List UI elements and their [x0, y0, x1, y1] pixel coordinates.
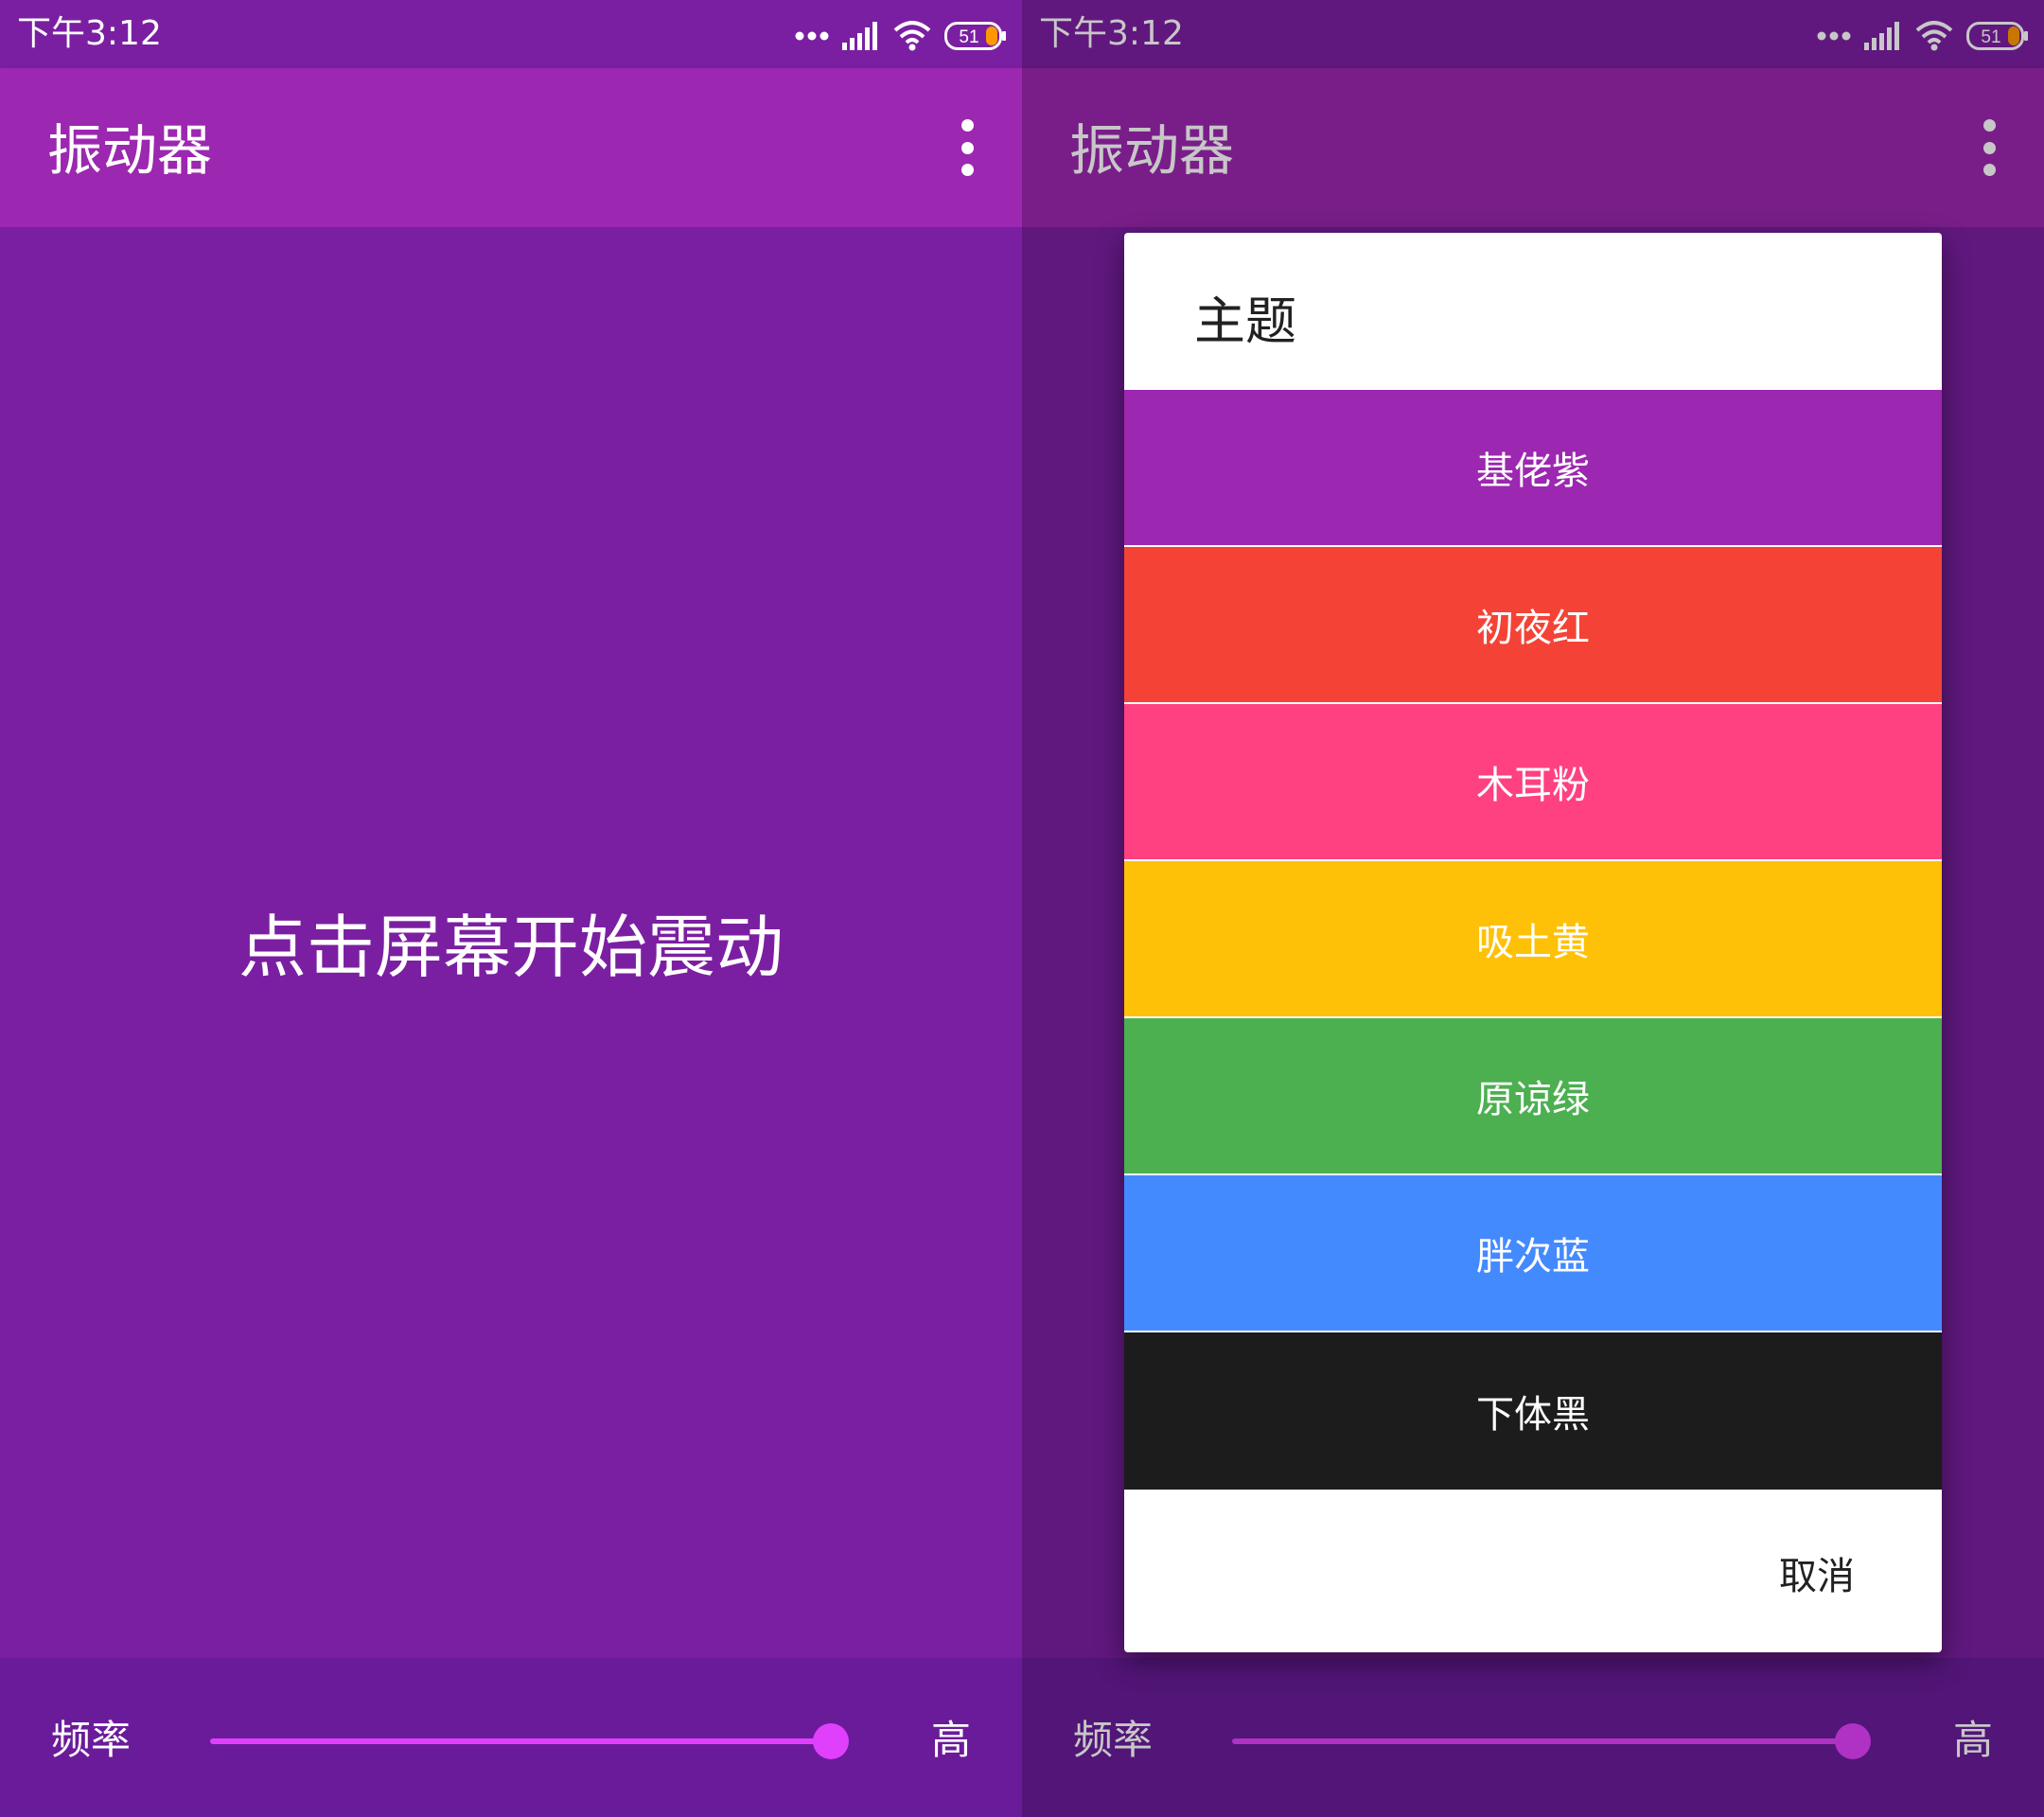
status-bar: 下午3:12 51 — [0, 0, 1022, 68]
frequency-label: 频率 — [51, 1717, 132, 1763]
frequency-bar: 频率 高 — [0, 1658, 1022, 1817]
slider-thumb[interactable] — [813, 1723, 849, 1759]
tap-hint-text: 点击屏幕开始震动 — [238, 908, 784, 987]
high-label: 高 — [930, 1717, 971, 1763]
status-time: 下午3:12 — [17, 14, 162, 53]
main-screen: 下午3:12 51 振动器 点击屏幕开始震动 频率 高 — [0, 0, 1022, 1817]
theme-option-list: 基佬紫 初夜红 木耳粉 吸土黄 原谅绿 胖次蓝 下体黑 — [1124, 390, 1942, 1490]
theme-option-purple[interactable]: 基佬紫 — [1124, 390, 1942, 547]
wifi-icon — [893, 21, 931, 51]
app-bar: 振动器 — [0, 68, 1022, 227]
menu-dot — [960, 119, 974, 132]
cancel-button[interactable]: 取消 — [1779, 1554, 1855, 1599]
slider-track — [210, 1738, 831, 1744]
battery-icon: 51 — [944, 22, 1006, 50]
theme-option-black[interactable]: 下体黑 — [1124, 1332, 1942, 1490]
vibrate-touch-area[interactable]: 点击屏幕开始震动 — [0, 227, 1022, 1658]
more-dots-icon — [795, 31, 829, 41]
screenshot-pair: 下午3:12 51 振动器 点击屏幕开始震动 频率 高 下午3:12 51 振动… — [0, 0, 2044, 1817]
frequency-slider[interactable] — [208, 1719, 852, 1764]
theme-option-pink[interactable]: 木耳粉 — [1124, 704, 1942, 861]
status-icons: 51 — [795, 17, 1007, 55]
app-title: 振动器 — [47, 118, 213, 183]
overflow-menu-icon[interactable] — [950, 119, 984, 176]
theme-option-blue[interactable]: 胖次蓝 — [1124, 1175, 1942, 1332]
theme-dialog: 主题 基佬紫 初夜红 木耳粉 吸土黄 原谅绿 胖次蓝 下体黑 取消 — [1124, 233, 1942, 1652]
dialog-title: 主题 — [1194, 291, 1296, 351]
theme-option-red[interactable]: 初夜红 — [1124, 547, 1942, 704]
battery-level: 51 — [959, 27, 978, 47]
theme-option-green[interactable]: 原谅绿 — [1124, 1018, 1942, 1175]
menu-dot — [960, 141, 974, 154]
signal-icon — [842, 22, 877, 50]
menu-dot — [960, 164, 974, 176]
theme-dialog-screen: 下午3:12 51 振动器 频率 高 主题 基佬紫 初夜红 木耳粉 吸土黄 原谅… — [1022, 0, 2044, 1817]
theme-option-yellow[interactable]: 吸土黄 — [1124, 861, 1942, 1018]
